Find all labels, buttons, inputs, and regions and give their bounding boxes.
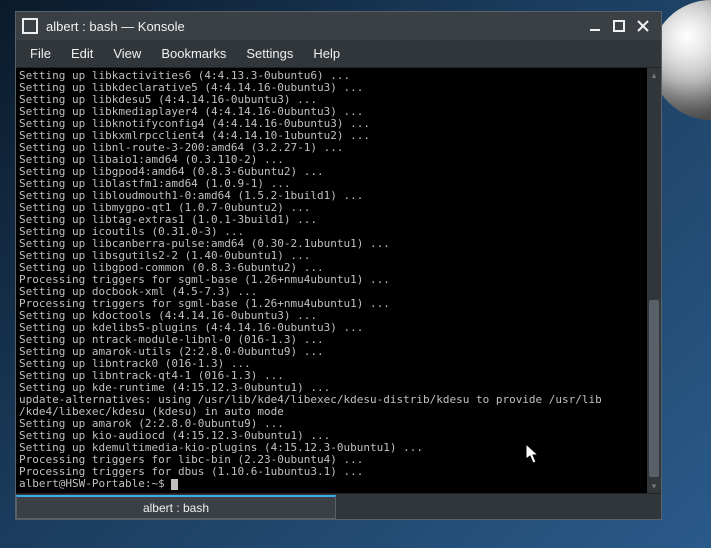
scrollbar: ▴ ▾ (647, 68, 661, 493)
scroll-track[interactable] (647, 82, 661, 479)
tabbar: albert : bash (16, 493, 661, 519)
menu-bookmarks[interactable]: Bookmarks (151, 42, 236, 65)
window-controls (583, 15, 655, 37)
maximize-button[interactable] (607, 15, 631, 37)
terminal-cursor (171, 479, 178, 490)
tab-session[interactable]: albert : bash (16, 495, 336, 519)
minimize-button[interactable] (583, 15, 607, 37)
terminal-output[interactable]: Setting up libkactivities6 (4:4.13.3-0ub… (16, 68, 647, 493)
menu-help[interactable]: Help (303, 42, 350, 65)
menubar: File Edit View Bookmarks Settings Help (16, 40, 661, 67)
menu-view[interactable]: View (103, 42, 151, 65)
terminal-prompt: albert@HSW-Portable:~$ (19, 477, 171, 490)
menu-settings[interactable]: Settings (236, 42, 303, 65)
minimize-icon (589, 20, 601, 32)
scroll-down-button[interactable]: ▾ (647, 479, 661, 493)
scroll-thumb[interactable] (649, 300, 659, 477)
scroll-up-button[interactable]: ▴ (647, 68, 661, 82)
terminal-area: Setting up libkactivities6 (4:4.13.3-0ub… (16, 67, 661, 493)
close-icon (637, 20, 649, 32)
titlebar[interactable]: albert : bash — Konsole (16, 12, 661, 40)
menu-edit[interactable]: Edit (61, 42, 103, 65)
close-button[interactable] (631, 15, 655, 37)
menu-file[interactable]: File (20, 42, 61, 65)
maximize-icon (613, 20, 625, 32)
window-app-icon (22, 18, 38, 34)
konsole-window: albert : bash — Konsole File Edit View B… (15, 11, 662, 520)
window-title: albert : bash — Konsole (46, 19, 575, 34)
